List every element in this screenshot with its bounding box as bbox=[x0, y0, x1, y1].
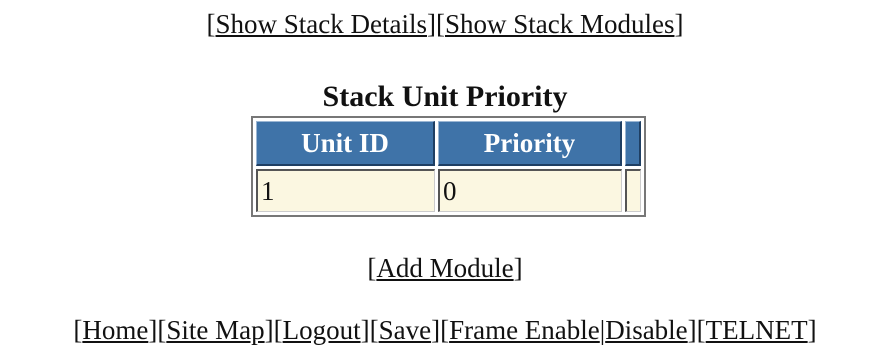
stack-unit-table-container: Unit ID Priority 1 0 bbox=[251, 116, 646, 217]
logout-link[interactable]: Logout bbox=[283, 315, 361, 345]
bracket-close: ] bbox=[360, 315, 370, 345]
bracket-open: [ bbox=[696, 315, 706, 345]
show-stack-details-link[interactable]: Show Stack Details bbox=[216, 9, 427, 39]
bottom-nav: [Home][Site Map][Logout][Save][Frame Ena… bbox=[0, 314, 890, 346]
table-row: 1 0 bbox=[256, 169, 641, 212]
bracket-close: ] bbox=[513, 253, 523, 283]
bracket-close: ] bbox=[426, 9, 436, 39]
frame-enable-link[interactable]: Frame Enable bbox=[449, 315, 600, 345]
extra-cell bbox=[625, 169, 641, 212]
unit-id-header: Unit ID bbox=[256, 121, 435, 166]
bracket-close: ] bbox=[148, 315, 158, 345]
add-module-link[interactable]: Add Module bbox=[376, 253, 513, 283]
page-title: Stack Unit Priority bbox=[322, 80, 568, 113]
show-stack-modules-link[interactable]: Show Stack Modules bbox=[445, 9, 675, 39]
add-module-row: [Add Module] bbox=[0, 252, 890, 284]
home-link[interactable]: Home bbox=[82, 315, 148, 345]
bracket-open: [ bbox=[440, 315, 450, 345]
priority-header: Priority bbox=[438, 121, 622, 166]
top-nav: [Show Stack Details][Show Stack Modules] bbox=[0, 8, 890, 40]
site-map-link[interactable]: Site Map bbox=[166, 315, 264, 345]
bracket-close: ] bbox=[264, 315, 274, 345]
stack-unit-priority-table: Unit ID Priority 1 0 bbox=[251, 116, 646, 217]
bracket-close: ] bbox=[687, 315, 697, 345]
bracket-open: [ bbox=[73, 315, 83, 345]
bracket-open: [ bbox=[435, 9, 445, 39]
bracket-close: ] bbox=[431, 315, 441, 345]
bracket-close: ] bbox=[674, 9, 684, 39]
frame-disable-link[interactable]: Disable bbox=[605, 315, 687, 345]
telnet-link[interactable]: TELNET bbox=[706, 315, 808, 345]
extra-header bbox=[625, 121, 641, 166]
bracket-open: [ bbox=[157, 315, 167, 345]
bracket-open: [ bbox=[369, 315, 379, 345]
bracket-close: ] bbox=[807, 315, 817, 345]
unit-id-cell: 1 bbox=[256, 169, 435, 212]
save-link[interactable]: Save bbox=[379, 315, 431, 345]
table-header-row: Unit ID Priority bbox=[256, 121, 641, 166]
priority-cell: 0 bbox=[438, 169, 622, 212]
bracket-open: [ bbox=[206, 9, 216, 39]
bracket-open: [ bbox=[273, 315, 283, 345]
